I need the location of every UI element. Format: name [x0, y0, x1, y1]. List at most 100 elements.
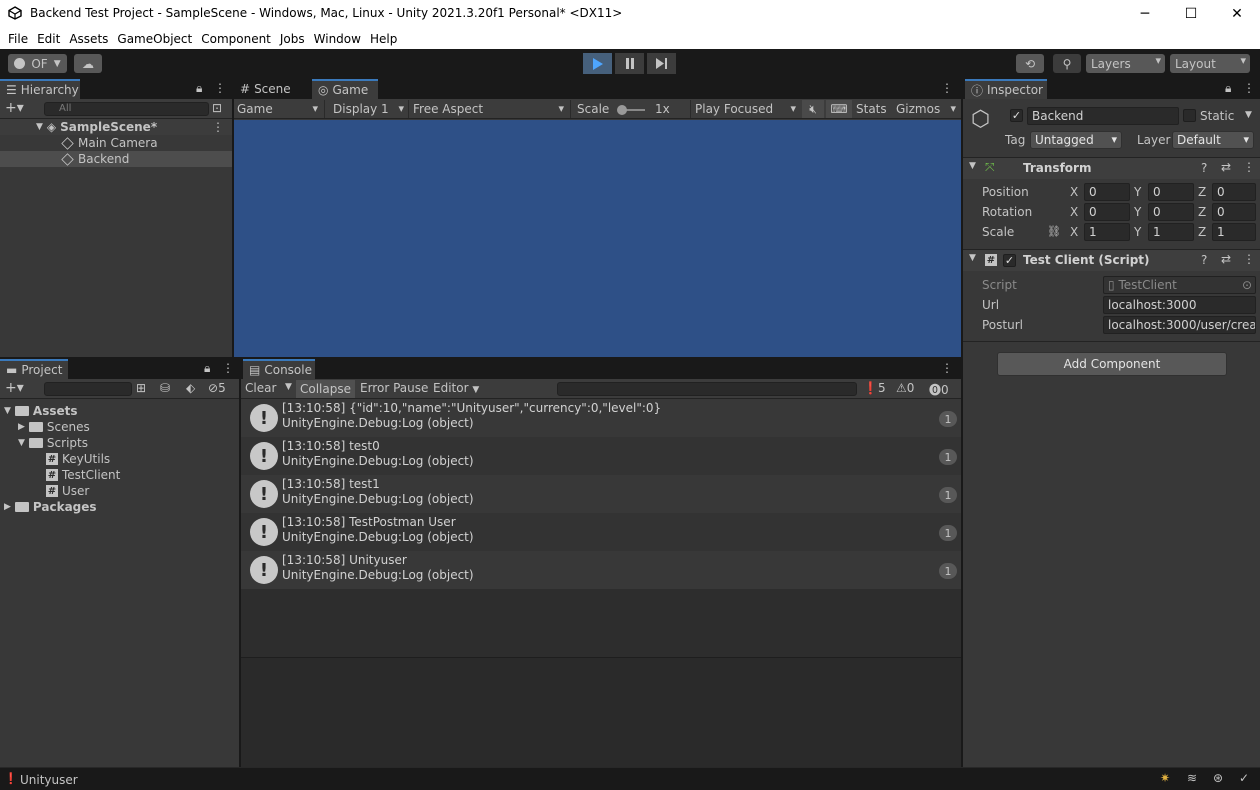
lock-icon[interactable]: 🔒︎ [196, 81, 202, 96]
play-focus-dropdown[interactable]: Play Focused [690, 100, 800, 118]
tree-item-scripts[interactable]: ▼ Scripts [0, 435, 239, 451]
log-filter-toggle[interactable]: ❗5 [863, 381, 886, 395]
more-menu-icon[interactable]: ⋮ [214, 81, 226, 95]
menu-jobs[interactable]: Jobs [280, 32, 305, 46]
test-client-header[interactable]: ▼ # ✓ Test Client (Script) ? ⇄ ⋮ [963, 250, 1260, 271]
menu-file[interactable]: File [8, 32, 28, 46]
tree-item-user[interactable]: # User [0, 483, 239, 499]
close-button[interactable]: ✕ [1214, 0, 1260, 28]
presets-icon[interactable]: ⇄ [1221, 252, 1231, 266]
search-by-type-icon[interactable]: ⊞ [136, 381, 146, 395]
tab-inspector[interactable]: ⓘ Inspector [965, 79, 1047, 99]
tab-scene[interactable]: # Scene [234, 79, 310, 99]
hierarchy-item-main-camera[interactable]: Main Camera [0, 135, 232, 151]
lock-icon[interactable]: 🔒︎ [1225, 81, 1231, 96]
undo-history-button[interactable]: ⟲ [1016, 54, 1044, 73]
filter-type-icon[interactable]: ⛁ [160, 381, 170, 395]
help-icon[interactable]: ? [1201, 253, 1207, 267]
component-enabled-checkbox[interactable]: ✓ [1003, 254, 1016, 267]
scene-menu-icon[interactable]: ⋮ [212, 120, 224, 134]
status-message[interactable]: Unityuser [20, 773, 78, 787]
log-entry[interactable]: ! [13:10:58] test0 UnityEngine.Debug:Log … [241, 437, 961, 475]
more-menu-icon[interactable]: ⋮ [941, 361, 953, 375]
hierarchy-scene-row[interactable]: ▼ ◈ SampleScene* ⋮ [0, 119, 232, 135]
active-checkbox[interactable]: ✓ [1010, 109, 1023, 122]
shortcuts-button[interactable]: ⌨ [826, 100, 852, 118]
position-y-field[interactable]: 0 [1148, 183, 1194, 201]
gizmos-dropdown[interactable]: Gizmos [894, 100, 960, 118]
help-icon[interactable]: ? [1201, 161, 1207, 175]
rotation-z-field[interactable]: 0 [1212, 203, 1256, 221]
component-menu-icon[interactable]: ⋮ [1243, 160, 1255, 174]
warning-filter-toggle[interactable]: ⚠0 [896, 381, 914, 395]
search-button[interactable]: ⚲ [1053, 54, 1081, 73]
check-icon[interactable]: ✓ [1239, 771, 1249, 785]
scale-z-field[interactable]: 1 [1212, 223, 1256, 241]
presets-icon[interactable]: ⇄ [1221, 160, 1231, 174]
menu-gameobject[interactable]: GameObject [117, 32, 192, 46]
tab-console[interactable]: ▤ Console [243, 359, 315, 379]
log-entry[interactable]: ! [13:10:58] {"id":10,"name":"Unityuser"… [241, 399, 961, 437]
menu-edit[interactable]: Edit [37, 32, 60, 46]
stats-button[interactable]: Stats [854, 100, 889, 118]
tab-game[interactable]: ◎ Game [312, 79, 378, 99]
hierarchy-search-input[interactable]: All [44, 102, 209, 116]
menu-help[interactable]: Help [370, 32, 397, 46]
pause-button[interactable] [615, 53, 644, 74]
game-viewport[interactable] [234, 120, 961, 357]
component-menu-icon[interactable]: ⋮ [1243, 252, 1255, 266]
label-icon[interactable]: ⬖ [186, 381, 195, 395]
more-menu-icon[interactable]: ⋮ [1243, 81, 1255, 95]
tree-item-testclient[interactable]: # TestClient [0, 467, 239, 483]
tree-item-keyutils[interactable]: # KeyUtils [0, 451, 239, 467]
aspect-dropdown[interactable]: Free Aspect [408, 100, 568, 118]
log-entry[interactable]: ! [13:10:58] Unityuser UnityEngine.Debug:… [241, 551, 961, 589]
layout-dropdown[interactable]: Layout [1170, 54, 1250, 73]
layers-dropdown[interactable]: Layers [1086, 54, 1165, 73]
rotation-y-field[interactable]: 0 [1148, 203, 1194, 221]
scale-slider[interactable]: Scale 1x [570, 100, 690, 118]
lock-icon[interactable]: 🔒︎ [204, 361, 210, 376]
posturl-field[interactable]: localhost:3000/user/creat [1103, 316, 1256, 334]
static-dropdown-icon[interactable]: ▼ [1245, 110, 1252, 120]
editor-dropdown[interactable]: Editor ▼ [433, 381, 479, 395]
transform-header[interactable]: ▼ ⤧ Transform ? ⇄ ⋮ [963, 158, 1260, 179]
add-icon[interactable]: +▾ [5, 100, 24, 116]
project-search-input[interactable] [44, 382, 132, 396]
mute-audio-button[interactable]: 🔇︎ [802, 100, 824, 118]
error-pause-toggle[interactable]: Error Pause [360, 381, 428, 395]
scale-y-field[interactable]: 1 [1148, 223, 1194, 241]
error-filter-toggle[interactable]: ⓿0 [929, 381, 949, 398]
menu-window[interactable]: Window [314, 32, 361, 46]
add-component-button[interactable]: Add Component [997, 352, 1227, 376]
hidden-packages-icon[interactable]: ⊘5 [208, 381, 226, 395]
scale-x-field[interactable]: 1 [1084, 223, 1130, 241]
account-dropdown[interactable]: OF ▼ [8, 54, 67, 73]
collapse-toggle[interactable]: Collapse [296, 380, 355, 398]
step-button[interactable] [647, 53, 676, 74]
splitter[interactable] [239, 359, 241, 767]
object-name-field[interactable]: Backend [1027, 107, 1179, 125]
constrain-proportions-icon[interactable]: ⛓ [1047, 225, 1061, 238]
position-z-field[interactable]: 0 [1212, 183, 1256, 201]
tree-item-scenes[interactable]: ▶ Scenes [0, 419, 239, 435]
add-icon[interactable]: +▾ [5, 380, 24, 396]
tree-item-assets[interactable]: ▼ Assets [0, 403, 239, 419]
rotation-x-field[interactable]: 0 [1084, 203, 1130, 221]
more-menu-icon[interactable]: ⋮ [222, 361, 234, 375]
splitter[interactable] [961, 79, 963, 767]
tree-item-packages[interactable]: ▶ Packages [0, 499, 239, 515]
tag-dropdown[interactable]: Untagged [1030, 131, 1122, 149]
scale-slider-thumb[interactable] [617, 104, 628, 115]
position-x-field[interactable]: 0 [1084, 183, 1130, 201]
debug-mode-icon[interactable]: ⊛ [1213, 771, 1223, 785]
tab-hierarchy[interactable]: ☰ Hierarchy [0, 79, 80, 99]
splitter[interactable] [232, 79, 234, 357]
tab-project[interactable]: ▬ Project [0, 359, 68, 379]
url-field[interactable]: localhost:3000 [1103, 296, 1256, 314]
cloud-button[interactable]: ☁ [74, 54, 102, 73]
layer-dropdown[interactable]: Default [1172, 131, 1254, 149]
scene-visibility-icon[interactable]: ⊡ [212, 101, 222, 115]
console-search-input[interactable] [557, 382, 857, 396]
play-button[interactable] [583, 53, 612, 74]
